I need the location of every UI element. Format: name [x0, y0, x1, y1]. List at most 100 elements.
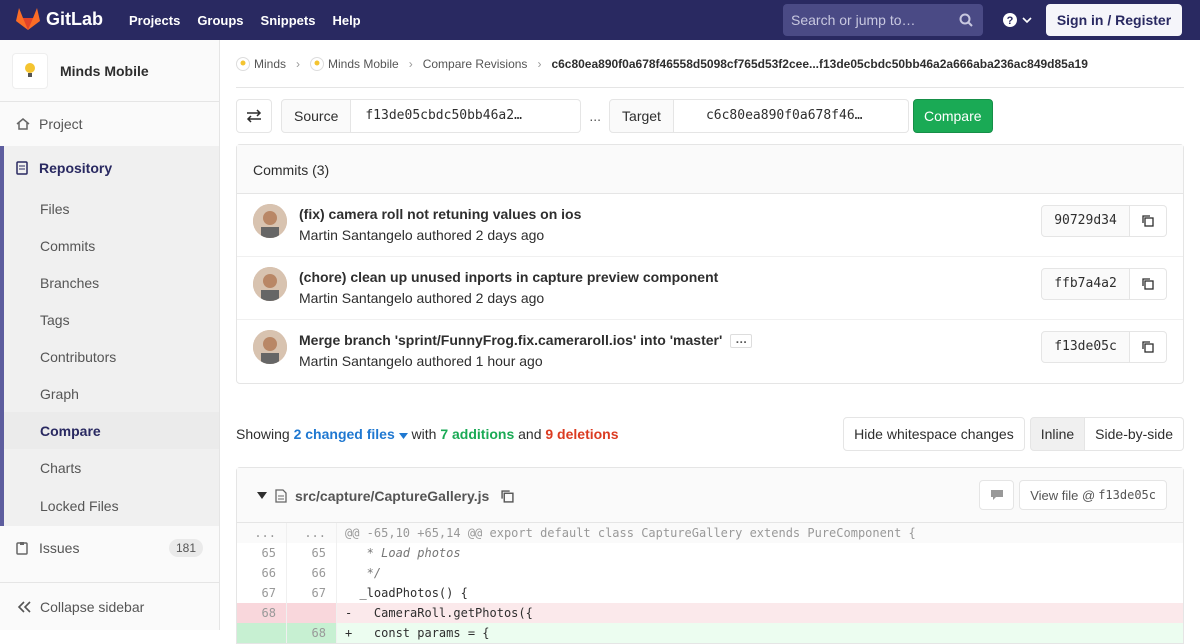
file-icon	[275, 489, 287, 503]
commit-sha[interactable]: f13de05c	[1041, 331, 1130, 363]
new-line-number[interactable]	[287, 603, 337, 623]
old-line-number[interactable]: 68	[237, 603, 287, 623]
sidebar-item-issues[interactable]: Issues 181	[0, 526, 219, 570]
sidebar-item-charts[interactable]: Charts	[4, 449, 219, 486]
copy-icon	[1142, 278, 1154, 290]
project-avatar-icon	[310, 56, 325, 71]
commit-title[interactable]: (fix) camera roll not retuning values on…	[299, 206, 581, 222]
new-line-number[interactable]: ...	[287, 523, 337, 543]
file-path[interactable]: src/capture/CaptureGallery.js	[295, 488, 489, 504]
avatar[interactable]	[253, 330, 287, 364]
source-value[interactable]: f13de05cbdc50bb46a2…	[351, 99, 582, 133]
sidebar-item-label: Repository	[39, 160, 113, 176]
search-input[interactable]: Search or jump to…	[783, 4, 983, 36]
main-nav: Projects Groups Snippets Help	[129, 13, 378, 28]
sidebar-project-header[interactable]: Minds Mobile	[0, 40, 219, 102]
code-line: * Load photos	[345, 546, 461, 560]
issues-icon	[16, 541, 30, 555]
commit-sha[interactable]: ffb7a4a2	[1041, 268, 1130, 300]
copy-sha-button[interactable]	[1130, 331, 1167, 363]
target-selector[interactable]: Target c6c80ea890f0a678f46…	[609, 99, 909, 133]
new-line-number[interactable]: 65	[287, 543, 337, 563]
breadcrumb-current[interactable]: c6c80ea890f0a678f46558d5098cf765d53f2cee…	[551, 57, 1087, 71]
commits-list: Commits (3) (fix) camera roll not retuni…	[236, 144, 1184, 384]
stats-and: and	[518, 426, 542, 442]
sign-in-button[interactable]: Sign in / Register	[1046, 4, 1182, 36]
commit-title[interactable]: Merge branch 'sprint/FunnyFrog.fix.camer…	[299, 332, 722, 348]
old-line-number[interactable]	[237, 623, 287, 643]
old-line-number[interactable]: ...	[237, 523, 287, 543]
changed-files-dropdown[interactable]: 2 changed files	[294, 426, 408, 442]
side-by-side-button[interactable]: Side-by-side	[1085, 417, 1184, 451]
view-file-button[interactable]: View file @ f13de05c	[1019, 480, 1167, 510]
compare-button[interactable]: Compare	[912, 99, 993, 133]
collapse-file-icon[interactable]	[257, 492, 267, 500]
new-line-number[interactable]: 68	[287, 623, 337, 643]
sidebar-item-branches[interactable]: Branches	[4, 264, 219, 301]
source-label: Source	[281, 99, 352, 133]
old-line-number[interactable]: 66	[237, 563, 287, 583]
hide-whitespace-button[interactable]: Hide whitespace changes	[843, 417, 1025, 451]
avatar[interactable]	[253, 204, 287, 238]
sidebar: Minds Mobile Project Repository Files Co…	[0, 40, 220, 630]
swap-revisions-button[interactable]	[236, 99, 272, 133]
gitlab-logo[interactable]: GitLab	[16, 8, 103, 30]
sidebar-item-project[interactable]: Project	[0, 102, 219, 146]
view-file-label: View file @	[1030, 487, 1096, 503]
comment-button[interactable]	[979, 480, 1015, 510]
nav-projects[interactable]: Projects	[129, 13, 180, 28]
sidebar-item-files[interactable]: Files	[4, 190, 219, 227]
commit-row: (fix) camera roll not retuning values on…	[237, 194, 1183, 257]
diff-line-removed: 68 - CameraRoll.getPhotos({	[237, 603, 1183, 623]
commit-title-wrap: Merge branch 'sprint/FunnyFrog.fix.camer…	[299, 332, 753, 349]
avatar[interactable]	[253, 267, 287, 301]
nav-groups[interactable]: Groups	[197, 13, 243, 28]
commit-author: Martin Santangelo authored 2 days ago	[299, 227, 545, 243]
nav-snippets[interactable]: Snippets	[261, 13, 316, 28]
commit-title[interactable]: (chore) clean up unused inports in captu…	[299, 269, 718, 285]
project-avatar	[12, 52, 48, 89]
diff-stats: Showing 2 changed files with 7 additions…	[236, 426, 619, 442]
sidebar-item-graph[interactable]: Graph	[4, 375, 219, 412]
new-line-number[interactable]: 66	[287, 563, 337, 583]
brand-name: GitLab	[46, 8, 103, 29]
old-line-number[interactable]: 65	[237, 543, 287, 563]
code-line: - CameraRoll.getPhotos({	[345, 606, 533, 620]
additions-count: 7 additions	[440, 426, 515, 442]
breadcrumb-minds[interactable]: Minds	[254, 57, 286, 71]
commit-sha-group: ffb7a4a2	[1041, 268, 1167, 300]
help-dropdown[interactable]: ?	[1002, 12, 1032, 28]
sidebar-item-compare[interactable]: Compare	[4, 412, 219, 449]
copy-icon[interactable]	[501, 489, 514, 503]
sidebar-item-repository[interactable]: Repository	[4, 146, 219, 190]
collapse-sidebar-button[interactable]: Collapse sidebar	[0, 582, 219, 630]
group-avatar-icon	[236, 56, 250, 71]
new-line-number[interactable]: 67	[287, 583, 337, 603]
source-selector[interactable]: Source f13de05cbdc50bb46a2…	[281, 99, 582, 133]
deletions-count: 9 deletions	[545, 426, 619, 442]
copy-sha-button[interactable]	[1130, 268, 1167, 300]
stats-showing: Showing	[236, 426, 290, 442]
old-line-number[interactable]: 67	[237, 583, 287, 603]
repository-section: Repository Files Commits Branches Tags C…	[0, 146, 219, 526]
sidebar-item-commits[interactable]: Commits	[4, 227, 219, 264]
inline-view-button[interactable]: Inline	[1029, 417, 1086, 451]
target-label: Target	[609, 99, 674, 133]
commit-sha[interactable]: 90729d34	[1041, 205, 1130, 237]
expand-message-button[interactable]: …	[730, 333, 753, 349]
code-line: */	[345, 566, 382, 580]
sidebar-item-tags[interactable]: Tags	[4, 301, 219, 338]
breadcrumb: Minds › Minds Mobile › Compare Revisions…	[236, 40, 1184, 88]
target-value[interactable]: c6c80ea890f0a678f46…	[673, 99, 909, 133]
breadcrumb-compare-revisions[interactable]: Compare Revisions	[423, 57, 528, 71]
breadcrumb-minds-mobile[interactable]: Minds Mobile	[328, 57, 399, 71]
commit-row: (chore) clean up unused inports in captu…	[237, 257, 1183, 320]
commits-header: Commits (3)	[237, 145, 1183, 194]
nav-help[interactable]: Help	[332, 13, 360, 28]
code-line: + const params = {	[345, 626, 490, 640]
diff-line: 67 67 _loadPhotos() {	[237, 583, 1183, 603]
sidebar-item-locked-files[interactable]: Locked Files	[4, 486, 219, 526]
copy-sha-button[interactable]	[1130, 205, 1167, 237]
sidebar-item-contributors[interactable]: Contributors	[4, 338, 219, 375]
breadcrumb-separator: ›	[537, 56, 542, 71]
